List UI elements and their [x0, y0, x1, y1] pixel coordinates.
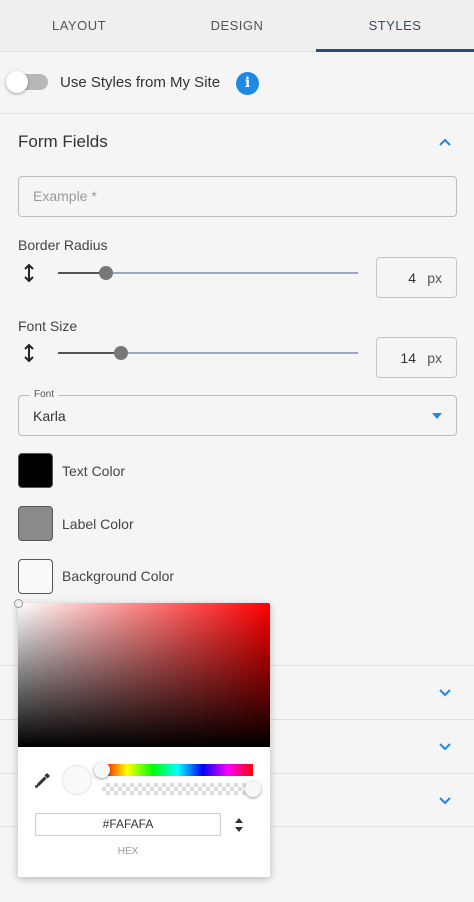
- border-radius-label: Border Radius: [18, 237, 108, 253]
- dropdown-arrow-icon: [432, 413, 442, 419]
- form-fields-header[interactable]: Form Fields: [0, 114, 474, 168]
- tab-bar: LAYOUT DESIGN STYLES: [0, 0, 474, 52]
- font-select-legend: Font: [30, 389, 59, 400]
- alpha-slider[interactable]: [102, 783, 253, 795]
- vertical-resize-icon: [22, 343, 36, 363]
- color-preview: [62, 765, 92, 795]
- chevron-up-icon[interactable]: [438, 135, 452, 149]
- border-radius-unit: px: [427, 270, 442, 286]
- label-color-label: Label Color: [62, 516, 134, 532]
- hue-slider-thumb[interactable]: [94, 762, 110, 778]
- background-color-label: Background Color: [62, 568, 175, 584]
- form-fields-title: Form Fields: [18, 132, 108, 151]
- font-size-slider-thumb[interactable]: [114, 346, 128, 360]
- label-color-swatch[interactable]: [18, 506, 53, 541]
- eyedropper-icon[interactable]: [34, 771, 52, 789]
- alpha-slider-thumb[interactable]: [245, 781, 261, 797]
- hex-mode-label: HEX: [117, 846, 139, 857]
- color-picker-popover: #FAFAFA HEX: [14, 599, 270, 877]
- info-icon[interactable]: i: [236, 72, 259, 95]
- saturation-area[interactable]: [14, 599, 270, 747]
- text-color-swatch[interactable]: [18, 453, 53, 488]
- tab-layout[interactable]: LAYOUT: [0, 0, 158, 51]
- chevron-down-icon[interactable]: [438, 740, 452, 754]
- site-styles-label: Use Styles from My Site: [60, 74, 221, 91]
- chevron-down-icon[interactable]: [438, 686, 452, 700]
- border-radius-value: 4: [408, 270, 416, 286]
- hex-input[interactable]: #FAFAFA: [35, 813, 221, 836]
- site-styles-row: Use Styles from My Site i: [0, 52, 474, 114]
- example-field-preview[interactable]: Example *: [18, 176, 457, 217]
- font-size-input[interactable]: 14 px: [376, 337, 457, 378]
- font-size-value: 14: [400, 350, 416, 366]
- hue-slider[interactable]: [102, 764, 253, 776]
- format-toggle-icon[interactable]: [234, 817, 244, 833]
- tab-design[interactable]: DESIGN: [158, 0, 316, 51]
- text-color-label: Text Color: [62, 463, 126, 479]
- font-size-label: Font Size: [18, 318, 78, 334]
- border-radius-slider-thumb[interactable]: [99, 266, 113, 280]
- saturation-cursor[interactable]: [14, 599, 23, 608]
- background-color-swatch[interactable]: [18, 559, 53, 594]
- font-size-unit: px: [427, 350, 442, 366]
- vertical-resize-icon: [22, 263, 36, 283]
- font-select[interactable]: Font Karla: [18, 389, 457, 436]
- tab-styles[interactable]: STYLES: [316, 0, 474, 52]
- site-styles-switch-knob[interactable]: [6, 71, 28, 93]
- border-radius-input[interactable]: 4 px: [376, 257, 457, 298]
- font-size-slider-fill: [58, 352, 121, 354]
- font-select-value: Karla: [33, 408, 66, 424]
- chevron-down-icon[interactable]: [438, 794, 452, 808]
